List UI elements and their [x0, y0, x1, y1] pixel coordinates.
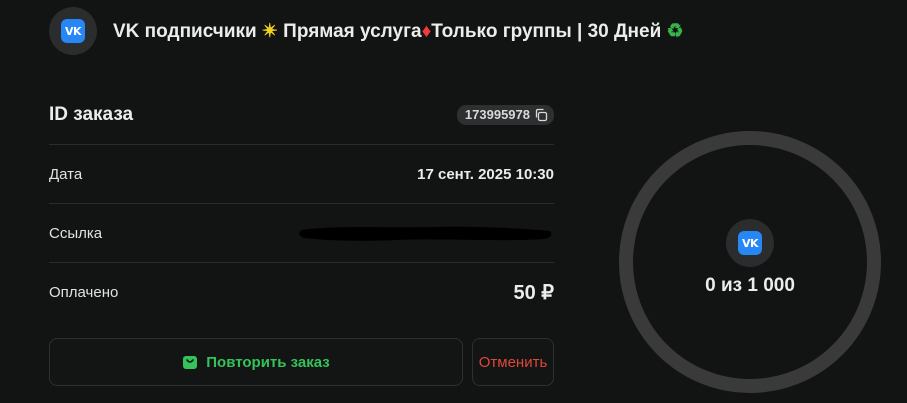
order-id-badge[interactable]: 173995978: [456, 104, 554, 125]
progress-center: VK 0 из 1 000: [618, 130, 882, 394]
diamond-icon: ♦: [421, 20, 432, 42]
shopping-bag-icon: [183, 356, 198, 369]
paid-row: Оплачено 50 ₽: [49, 263, 554, 321]
vk-logo-icon: VK: [61, 19, 85, 43]
repeat-order-label: Повторить заказ: [206, 353, 330, 371]
date-value: 17 сент. 2025 10:30: [417, 165, 554, 183]
title-text-2: Прямая услуга: [277, 20, 422, 42]
service-title: VK подписчики ✴ Прямая услуга♦Только гру…: [113, 20, 684, 43]
paid-label: Оплачено: [49, 283, 119, 301]
link-row: Ссылка: [49, 204, 554, 263]
copy-icon[interactable]: [534, 108, 548, 122]
star-icon: ✴: [261, 20, 278, 42]
date-row: Дата 17 сент. 2025 10:30: [49, 145, 554, 204]
progress-avatar: VK: [726, 219, 774, 267]
order-details: ID заказа 173995978 Дата 17 сент. 2025 1…: [49, 85, 554, 321]
title-text-3: Только группы | 30 Дней: [431, 20, 667, 42]
link-label: Ссылка: [49, 224, 103, 242]
order-id-value: 173995978: [464, 107, 530, 122]
progress-text: 0 из 1 000: [705, 275, 795, 296]
progress-ring: VK 0 из 1 000: [618, 130, 882, 394]
paid-value: 50 ₽: [513, 281, 554, 304]
title-text-1: VK подписчики: [113, 20, 262, 42]
order-id-row: ID заказа 173995978: [49, 85, 554, 145]
cancel-order-button[interactable]: Отменить: [472, 338, 554, 386]
repeat-order-button[interactable]: Повторить заказ: [49, 338, 463, 386]
order-page: VK VK подписчики ✴ Прямая услуга♦Только …: [0, 0, 907, 403]
date-label: Дата: [49, 165, 83, 183]
order-id-label: ID заказа: [49, 103, 134, 125]
cancel-order-label: Отменить: [478, 353, 548, 371]
service-header: VK VK подписчики ✴ Прямая услуга♦Только …: [49, 7, 684, 55]
redacted-link: [299, 226, 552, 241]
service-avatar: VK: [49, 7, 97, 55]
vk-logo-icon: VK: [738, 231, 762, 255]
recycle-icon: ♻: [666, 20, 684, 42]
